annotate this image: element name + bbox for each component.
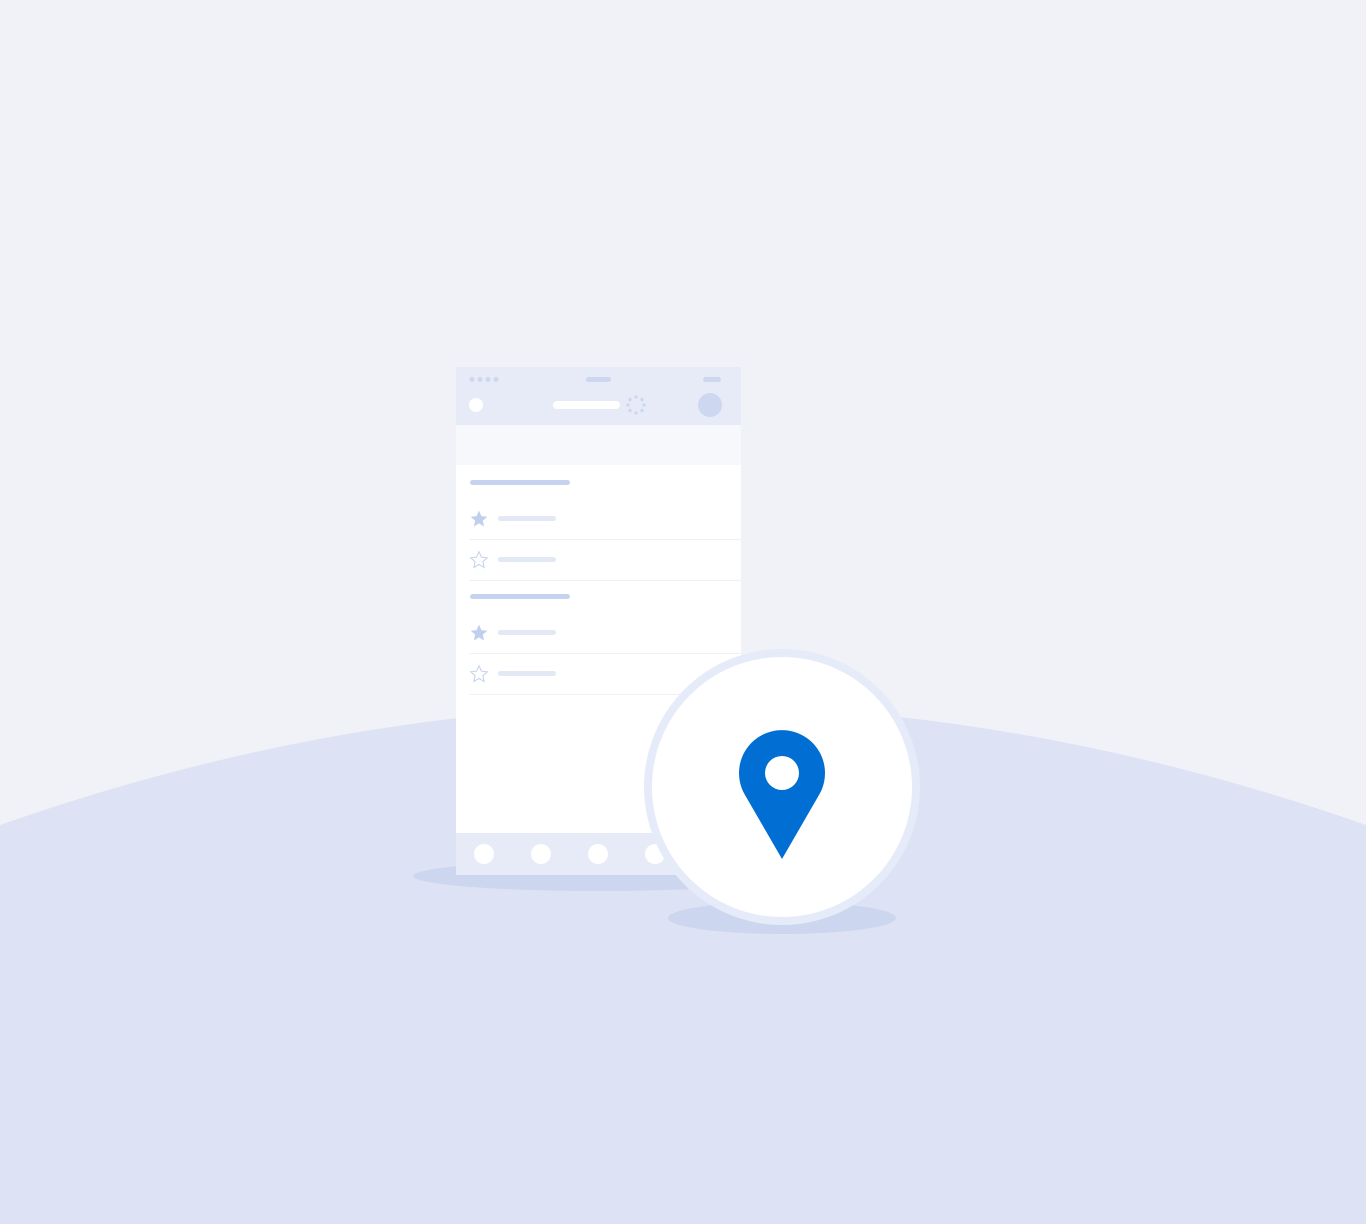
clock-placeholder [586, 377, 611, 382]
tab-dot [531, 844, 551, 864]
list-item-text-placeholder [498, 671, 556, 676]
list-item-text-placeholder [498, 630, 556, 635]
status-bar-graphics [469, 377, 722, 417]
title-placeholder [553, 401, 620, 409]
list-item [469, 499, 741, 540]
star-filled-icon [470, 510, 488, 527]
tab-dot [474, 844, 494, 864]
star-outline-icon [469, 550, 489, 569]
subheader-bar [456, 425, 741, 465]
list-item-text-placeholder [498, 516, 556, 521]
status-bar [456, 367, 741, 425]
battery-placeholder [703, 377, 721, 382]
section-header-placeholder [470, 480, 570, 485]
spinner-icon [626, 395, 646, 415]
back-button-placeholder [469, 398, 483, 412]
list-item [469, 540, 741, 581]
star-outline-icon [469, 664, 489, 683]
tab-dot [588, 844, 608, 864]
illustration [0, 0, 1366, 1224]
location-badge [644, 649, 920, 925]
avatar-placeholder [698, 393, 722, 417]
section-header-placeholder [470, 594, 570, 599]
star-filled-icon [470, 624, 488, 641]
list-item-text-placeholder [498, 557, 556, 562]
signal-dots-icon [469, 377, 499, 382]
